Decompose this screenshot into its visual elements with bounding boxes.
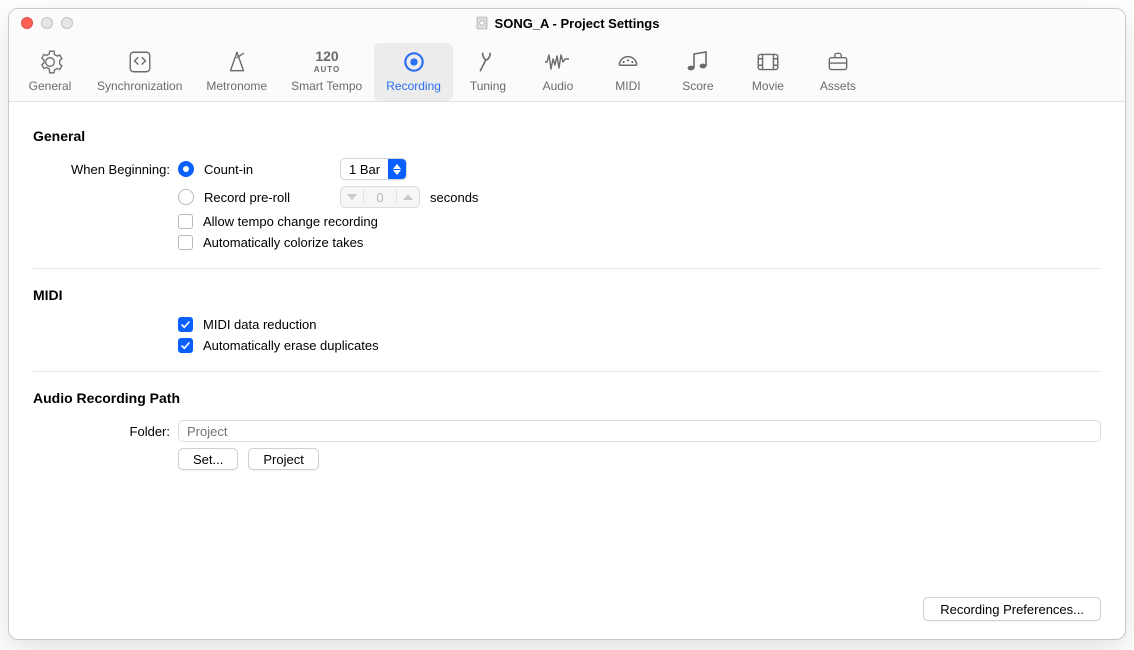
tab-synchronization[interactable]: Synchronization: [85, 43, 194, 101]
waveform-icon: [543, 47, 573, 77]
auto-colorize-checkbox[interactable]: [178, 235, 193, 250]
metronome-icon: [224, 47, 250, 77]
midi-data-reduction-checkbox[interactable]: [178, 317, 193, 332]
tab-movie[interactable]: Movie: [733, 43, 803, 101]
tab-label: Smart Tempo: [291, 79, 362, 93]
divider: [33, 371, 1101, 372]
preroll-stepper[interactable]: 0: [340, 186, 420, 208]
tab-audio[interactable]: Audio: [523, 43, 593, 101]
tab-label: Audio: [543, 79, 574, 93]
count-in-label: Count-in: [204, 162, 330, 177]
traffic-lights: [9, 17, 73, 29]
updown-icon: [388, 159, 406, 179]
when-beginning-label: When Beginning:: [33, 162, 178, 177]
record-icon: [401, 47, 427, 77]
content: General When Beginning: Count-in 1 Bar: [9, 102, 1125, 639]
count-in-radio[interactable]: [178, 161, 194, 177]
preroll-unit: seconds: [430, 190, 478, 205]
preroll-label: Record pre-roll: [204, 190, 330, 205]
chevron-up-icon[interactable]: [397, 187, 419, 207]
erase-duplicates-checkbox[interactable]: [178, 338, 193, 353]
folder-label: Folder:: [33, 424, 178, 439]
section-title-path: Audio Recording Path: [33, 390, 1101, 406]
tuning-fork-icon: [475, 47, 501, 77]
minimize-button[interactable]: [41, 17, 53, 29]
tab-general[interactable]: General: [15, 43, 85, 101]
svg-text:120: 120: [315, 49, 339, 64]
gear-icon: [37, 47, 63, 77]
briefcase-icon: [825, 47, 851, 77]
close-button[interactable]: [21, 17, 33, 29]
tab-metronome[interactable]: Metronome: [194, 43, 279, 101]
section-title-midi: MIDI: [33, 287, 1101, 303]
auto-colorize-label: Automatically colorize takes: [203, 235, 363, 250]
tab-label: MIDI: [615, 79, 640, 93]
toolbar: General Synchronization Metronome 120 AU…: [9, 37, 1125, 102]
tab-midi[interactable]: MIDI: [593, 43, 663, 101]
settings-window: SONG_A - Project Settings General Synchr…: [8, 8, 1126, 640]
allow-tempo-change-checkbox[interactable]: [178, 214, 193, 229]
svg-text:AUTO: AUTO: [313, 65, 340, 74]
divider: [33, 268, 1101, 269]
count-in-popup-value: 1 Bar: [341, 162, 388, 177]
sync-icon: [127, 47, 153, 77]
project-button[interactable]: Project: [248, 448, 318, 470]
tab-label: Synchronization: [97, 79, 182, 93]
preroll-value: 0: [364, 190, 396, 205]
tab-assets[interactable]: Assets: [803, 43, 873, 101]
allow-tempo-change-label: Allow tempo change recording: [203, 214, 378, 229]
tab-score[interactable]: Score: [663, 43, 733, 101]
tab-tuning[interactable]: Tuning: [453, 43, 523, 101]
recording-preferences-button[interactable]: Recording Preferences...: [923, 597, 1101, 621]
midi-data-reduction-label: MIDI data reduction: [203, 317, 316, 332]
tab-label: Movie: [752, 79, 784, 93]
tab-label: Metronome: [206, 79, 267, 93]
document-icon: [475, 16, 489, 30]
tab-recording[interactable]: Recording: [374, 43, 453, 101]
tab-label: General: [29, 79, 72, 93]
tab-label: Recording: [386, 79, 441, 93]
film-icon: [755, 47, 781, 77]
chevron-down-icon[interactable]: [341, 187, 363, 207]
tab-label: Tuning: [470, 79, 506, 93]
tab-label: Assets: [820, 79, 856, 93]
window-title-wrap: SONG_A - Project Settings: [9, 16, 1125, 31]
maximize-button[interactable]: [61, 17, 73, 29]
score-icon: [683, 47, 713, 77]
smart-tempo-icon: 120 AUTO: [305, 47, 349, 77]
count-in-popup[interactable]: 1 Bar: [340, 158, 407, 180]
midi-icon: [615, 47, 641, 77]
tab-smart-tempo[interactable]: 120 AUTO Smart Tempo: [279, 43, 374, 101]
folder-field[interactable]: [178, 420, 1101, 442]
section-title-general: General: [33, 128, 1101, 144]
preroll-radio[interactable]: [178, 189, 194, 205]
window-title: SONG_A - Project Settings: [495, 16, 660, 31]
tab-label: Score: [682, 79, 713, 93]
set-button[interactable]: Set...: [178, 448, 238, 470]
erase-duplicates-label: Automatically erase duplicates: [203, 338, 379, 353]
titlebar: SONG_A - Project Settings: [9, 9, 1125, 37]
